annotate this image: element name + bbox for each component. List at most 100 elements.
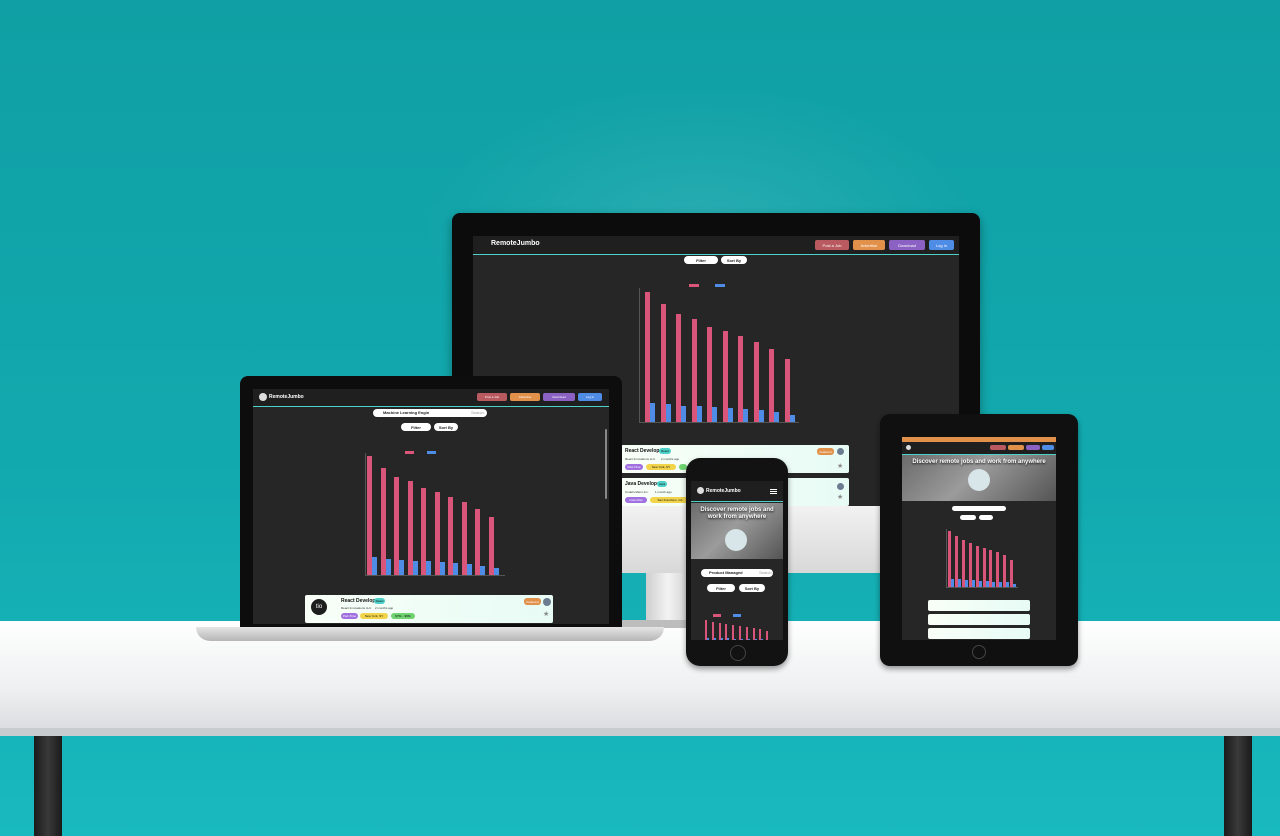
- post-job-button[interactable]: [990, 445, 1006, 450]
- job-card[interactable]: [928, 600, 1030, 611]
- applied-bar: [774, 412, 779, 422]
- legend-series-1: [405, 451, 414, 454]
- chart-y-axis: [639, 288, 640, 422]
- brand-logo[interactable]: RemoteJumbo: [706, 488, 741, 494]
- advertise-button[interactable]: Advertise: [510, 393, 540, 401]
- filter-button[interactable]: [960, 515, 976, 520]
- location-tag: New York, NY: [646, 464, 676, 470]
- applied-bar: [1006, 582, 1010, 587]
- download-button[interactable]: Download: [889, 240, 925, 250]
- female-bar: [705, 620, 707, 640]
- company-name: React Innovations LLC: [625, 457, 656, 461]
- filter-button[interactable]: Filter: [707, 584, 735, 592]
- salary-tag: $75k - $95k: [391, 613, 415, 619]
- filter-button[interactable]: Filter: [684, 256, 718, 264]
- posted-time: 2 months ago: [661, 457, 680, 461]
- phone-screen: RemoteJumbo Discover remote jobs and wor…: [691, 481, 783, 640]
- posted-time: 2 months ago: [375, 606, 394, 610]
- brand-logo[interactable]: RemoteJumbo: [269, 394, 304, 400]
- search-query: Product Managed: [709, 570, 743, 575]
- applied-bar: [758, 410, 764, 422]
- applied-bar: [761, 639, 764, 640]
- job-badge: Java: [657, 481, 667, 487]
- female-bar: [1010, 560, 1014, 587]
- download-button[interactable]: Download: [543, 393, 575, 401]
- female-bar: [732, 625, 735, 640]
- job-type-tag: Internship: [625, 497, 647, 503]
- advertise-button[interactable]: Advertise: [853, 240, 885, 250]
- featured-badge: Featured: [817, 448, 834, 455]
- star-icon[interactable]: ★: [837, 462, 843, 470]
- applied-bar: [439, 562, 445, 575]
- job-type-tag: Part-Time: [341, 613, 358, 619]
- applied-bar: [727, 408, 733, 422]
- applied-bar: [951, 579, 954, 587]
- job-card[interactable]: tio React Developer React React Innovati…: [305, 595, 553, 623]
- filter-button[interactable]: Filter: [401, 423, 431, 431]
- download-button[interactable]: [1026, 445, 1040, 450]
- login-button[interactable]: Log In: [578, 393, 602, 401]
- applied-bar: [412, 561, 418, 575]
- star-icon[interactable]: ★: [543, 610, 549, 618]
- post-job-button[interactable]: Post a Job: [815, 240, 849, 250]
- job-card[interactable]: [928, 614, 1030, 625]
- star-icon[interactable]: ★: [837, 493, 843, 501]
- tablet-home-button: [972, 645, 986, 659]
- applied-bar: [727, 638, 730, 640]
- company-avatar: [837, 448, 844, 455]
- applied-bar: [985, 581, 989, 587]
- applied-bar: [480, 566, 485, 575]
- applied-bar: [707, 638, 709, 640]
- chart-y-axis: [365, 453, 366, 575]
- post-job-button[interactable]: Post a Job: [477, 393, 507, 401]
- applied-bar: [964, 580, 968, 587]
- legend-series-2: [715, 284, 725, 287]
- job-card[interactable]: [928, 628, 1030, 639]
- search-input[interactable]: Machine Learning Engin Search: [373, 409, 487, 417]
- posted-time: 1 month ago: [655, 490, 672, 494]
- applied-bar: [1013, 584, 1017, 587]
- company-name: CodeCrafters Inc.: [625, 490, 649, 494]
- applied-bar: [372, 557, 377, 575]
- search-button[interactable]: Search: [471, 410, 484, 415]
- sort-by-button[interactable]: [979, 515, 993, 520]
- female-bar: [766, 631, 769, 640]
- applied-bar: [754, 639, 757, 640]
- login-button[interactable]: [1042, 445, 1054, 450]
- hero-banner: Discover remote jobs and work from anywh…: [902, 455, 1056, 501]
- laptop-header: RemoteJumbo Post a Job Advertise Downloa…: [253, 389, 609, 407]
- applied-bar: [747, 639, 750, 640]
- laptop-screen: RemoteJumbo Post a Job Advertise Downloa…: [253, 389, 609, 624]
- scene-background: RemoteJumbo Post a Job Advertise Downloa…: [0, 0, 1280, 836]
- brand-logo[interactable]: RemoteJumbo: [491, 240, 540, 247]
- sort-by-button[interactable]: Sort By: [434, 423, 458, 431]
- applied-bar: [971, 580, 975, 587]
- search-button[interactable]: Search: [759, 570, 772, 575]
- applied-bar: [696, 406, 702, 422]
- applied-bar: [999, 582, 1003, 587]
- applied-bar: [713, 638, 716, 640]
- applied-bar: [453, 563, 458, 575]
- tablet-screen: Discover remote jobs and work from anywh…: [902, 437, 1056, 640]
- applied-bar: [385, 559, 391, 575]
- menu-icon[interactable]: [770, 488, 777, 495]
- search-input[interactable]: [952, 506, 1006, 511]
- login-button[interactable]: Log In: [929, 240, 954, 250]
- applied-bar: [493, 568, 499, 575]
- female-bar: [784, 359, 790, 422]
- location-tag: San Francisco, CA: [650, 497, 690, 503]
- logo-icon: [259, 393, 267, 401]
- job-badge: React: [374, 598, 385, 604]
- applied-bar: [426, 561, 431, 575]
- desk-leg-left: [34, 736, 62, 836]
- scrollbar[interactable]: [605, 429, 607, 499]
- monitor-stand: [646, 573, 690, 625]
- sort-by-button[interactable]: Sort By: [721, 256, 747, 264]
- featured-badge: Featured: [524, 598, 541, 605]
- advertise-button[interactable]: [1008, 445, 1024, 450]
- sort-by-button[interactable]: Sort By: [739, 584, 765, 592]
- company-avatar: [837, 483, 844, 490]
- search-input[interactable]: Product Managed Search: [701, 569, 773, 577]
- job-badge: React: [659, 448, 671, 454]
- company-avatar: [543, 598, 551, 606]
